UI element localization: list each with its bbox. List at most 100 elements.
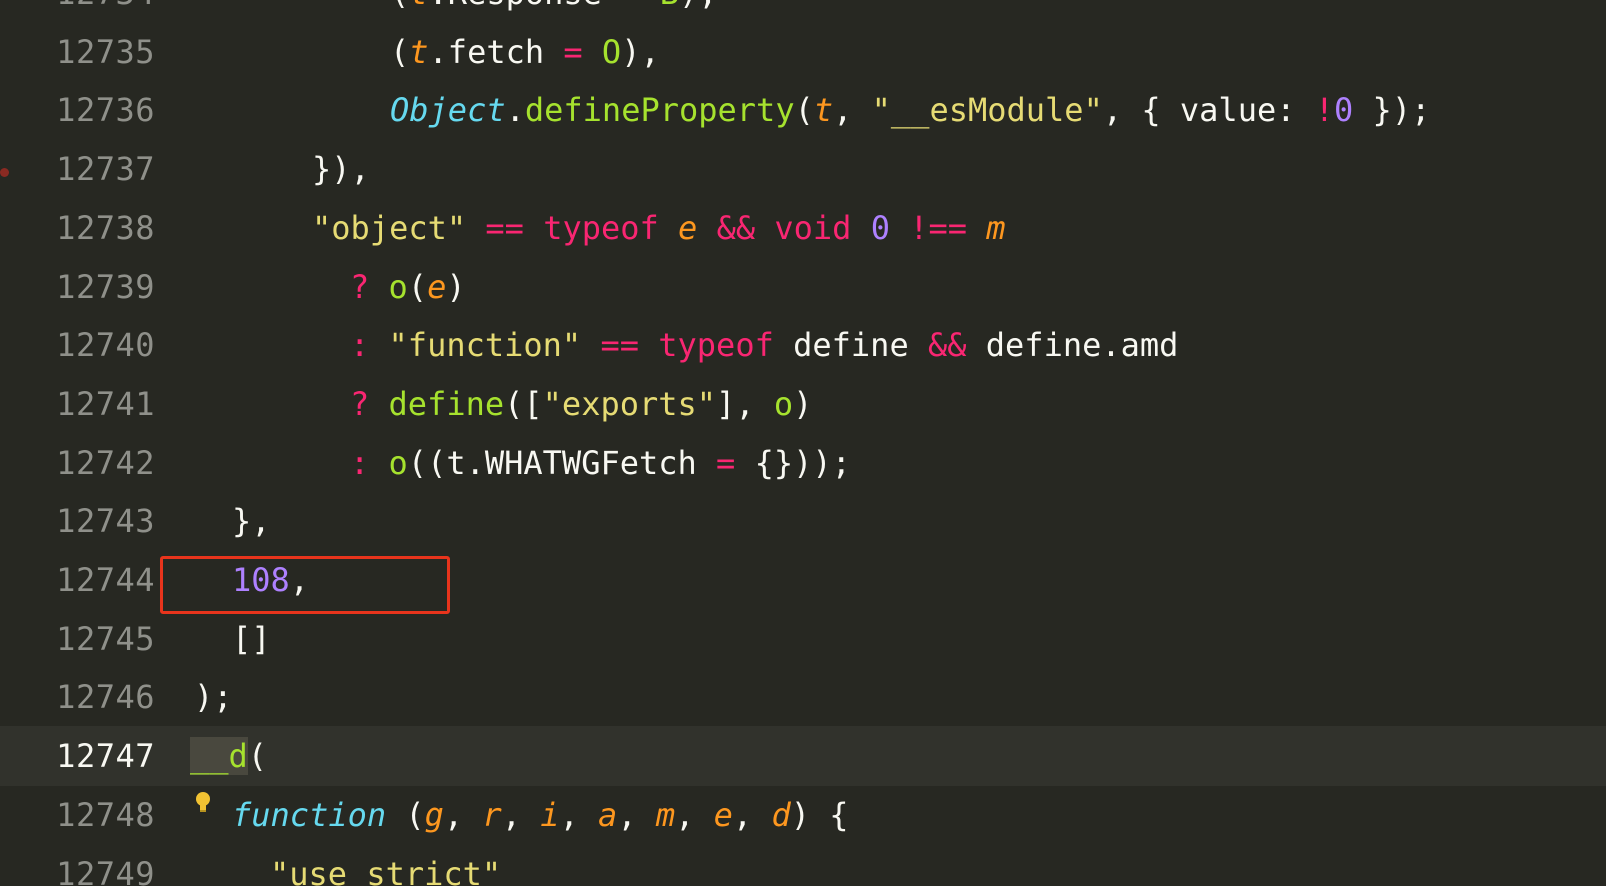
code-token: 0: [870, 208, 890, 247]
code-token: r: [482, 795, 502, 834]
line-code: ? o(e): [350, 257, 466, 317]
code-token: !: [1314, 91, 1335, 130]
lightbulb-icon[interactable]: [193, 791, 213, 813]
code-token: (: [390, 0, 409, 12]
code-line[interactable]: 12734 (t.Response = B),: [0, 0, 1606, 23]
code-token: O: [601, 32, 622, 71]
code-token: e: [427, 267, 447, 306]
code-token: typeof: [543, 208, 659, 247]
code-line[interactable]: 12740: "function" == typeof define && de…: [0, 315, 1606, 375]
code-token: B: [660, 0, 679, 12]
code-token: void: [774, 208, 852, 247]
code-token: (: [407, 267, 428, 306]
line-number: 12738: [56, 208, 155, 247]
code-token: g: [424, 795, 444, 834]
code-token: __d: [190, 737, 248, 776]
code-token: i: [540, 795, 560, 834]
code-token: !==: [909, 208, 968, 247]
breakpoint-icon[interactable]: [0, 168, 9, 177]
code-token: Object: [390, 91, 506, 130]
code-line[interactable]: 12741? define(["exports"], o): [0, 374, 1606, 434]
code-token: );: [194, 678, 233, 717]
code-line[interactable]: 12742: o((t.WHATWGFetch = {}));: [0, 433, 1606, 493]
line-number: 12743: [56, 502, 155, 541]
code-token: "__esModule": [871, 91, 1103, 130]
code-line[interactable]: 12738 "object" == typeof e && void 0 !== …: [0, 198, 1606, 258]
code-line[interactable]: 12746);: [0, 667, 1606, 727]
line-number: 12736: [56, 91, 155, 130]
code-token: define: [773, 326, 928, 365]
code-token: });: [1353, 91, 1431, 130]
line-code: "use strict": [270, 844, 501, 886]
code-token: []: [232, 619, 271, 658]
line-number: 12744: [56, 561, 155, 599]
code-token: (: [794, 91, 814, 130]
code-line[interactable]: 12749 "use strict": [0, 844, 1606, 886]
code-line[interactable]: 12743},: [0, 491, 1606, 551]
line-code: },: [232, 491, 271, 551]
code-token: a: [598, 795, 618, 834]
line-number: 12740: [56, 326, 155, 365]
code-token: define: [388, 384, 505, 423]
line-number: 12737: [56, 150, 155, 189]
line-code: (t.fetch = O),: [390, 22, 660, 82]
code-token: .: [505, 91, 525, 130]
code-token: defineProperty: [524, 91, 795, 130]
code-token: =: [621, 0, 640, 12]
line-number: 12741: [56, 384, 155, 423]
code-token: d: [771, 795, 791, 834]
code-token: :: [350, 443, 370, 482]
code-token: .Response: [429, 0, 622, 12]
code-token: (: [386, 795, 425, 834]
line-number: 12734: [0, 0, 155, 23]
code-token: ?: [350, 384, 370, 423]
code-token: t: [813, 91, 834, 130]
line-number: 12746: [56, 678, 155, 717]
code-editor[interactable]: 12734(t.Response = B),12735(t.fetch = O)…: [0, 0, 1606, 886]
code-line[interactable]: 12735 (t.fetch = O),: [0, 22, 1606, 82]
line-number: 12749: [56, 854, 155, 886]
code-token: ) {: [790, 795, 849, 834]
code-token: typeof: [658, 326, 774, 365]
code-token: e: [713, 795, 733, 834]
code-token: m: [655, 795, 676, 834]
line-number: 12742: [56, 443, 155, 482]
code-token: ,: [443, 795, 483, 834]
code-token: ): [446, 267, 466, 306]
code-token: 0: [1334, 91, 1354, 130]
code-token: ,: [675, 795, 714, 834]
code-token: &&: [716, 208, 756, 247]
code-line[interactable]: 12745 []: [0, 609, 1606, 669]
code-line[interactable]: 12737}),: [0, 139, 1606, 199]
code-token: =: [563, 32, 583, 71]
code-token: =: [716, 443, 736, 482]
code-token: {}));: [735, 443, 851, 482]
line-number: 12747: [56, 737, 155, 776]
code-line[interactable]: 12739? o(e): [0, 257, 1606, 317]
code-line[interactable]: 12747 __d(: [0, 726, 1606, 787]
code-token: ==: [485, 208, 524, 247]
line-number: 12748: [56, 795, 155, 834]
code-line[interactable]: 12736 Object.defineProperty(t, "__esModul…: [0, 80, 1606, 140]
line-code: (t.Response = B),: [390, 0, 718, 23]
line-code: function (g, r, i, a, m, e, d) {: [232, 785, 849, 845]
line-number: 12745: [56, 619, 155, 658]
code-token: "object": [312, 208, 467, 247]
code-token: e: [678, 208, 698, 247]
code-token: o: [773, 384, 794, 423]
code-token: define.amd: [966, 326, 1179, 365]
code-token: ,: [617, 795, 656, 834]
code-line[interactable]: 12748 function (g, r, i, a, m, e, d) {: [0, 785, 1606, 845]
code-token: ),: [679, 0, 718, 12]
code-token: ((t.WHATWGFetch: [407, 443, 717, 482]
